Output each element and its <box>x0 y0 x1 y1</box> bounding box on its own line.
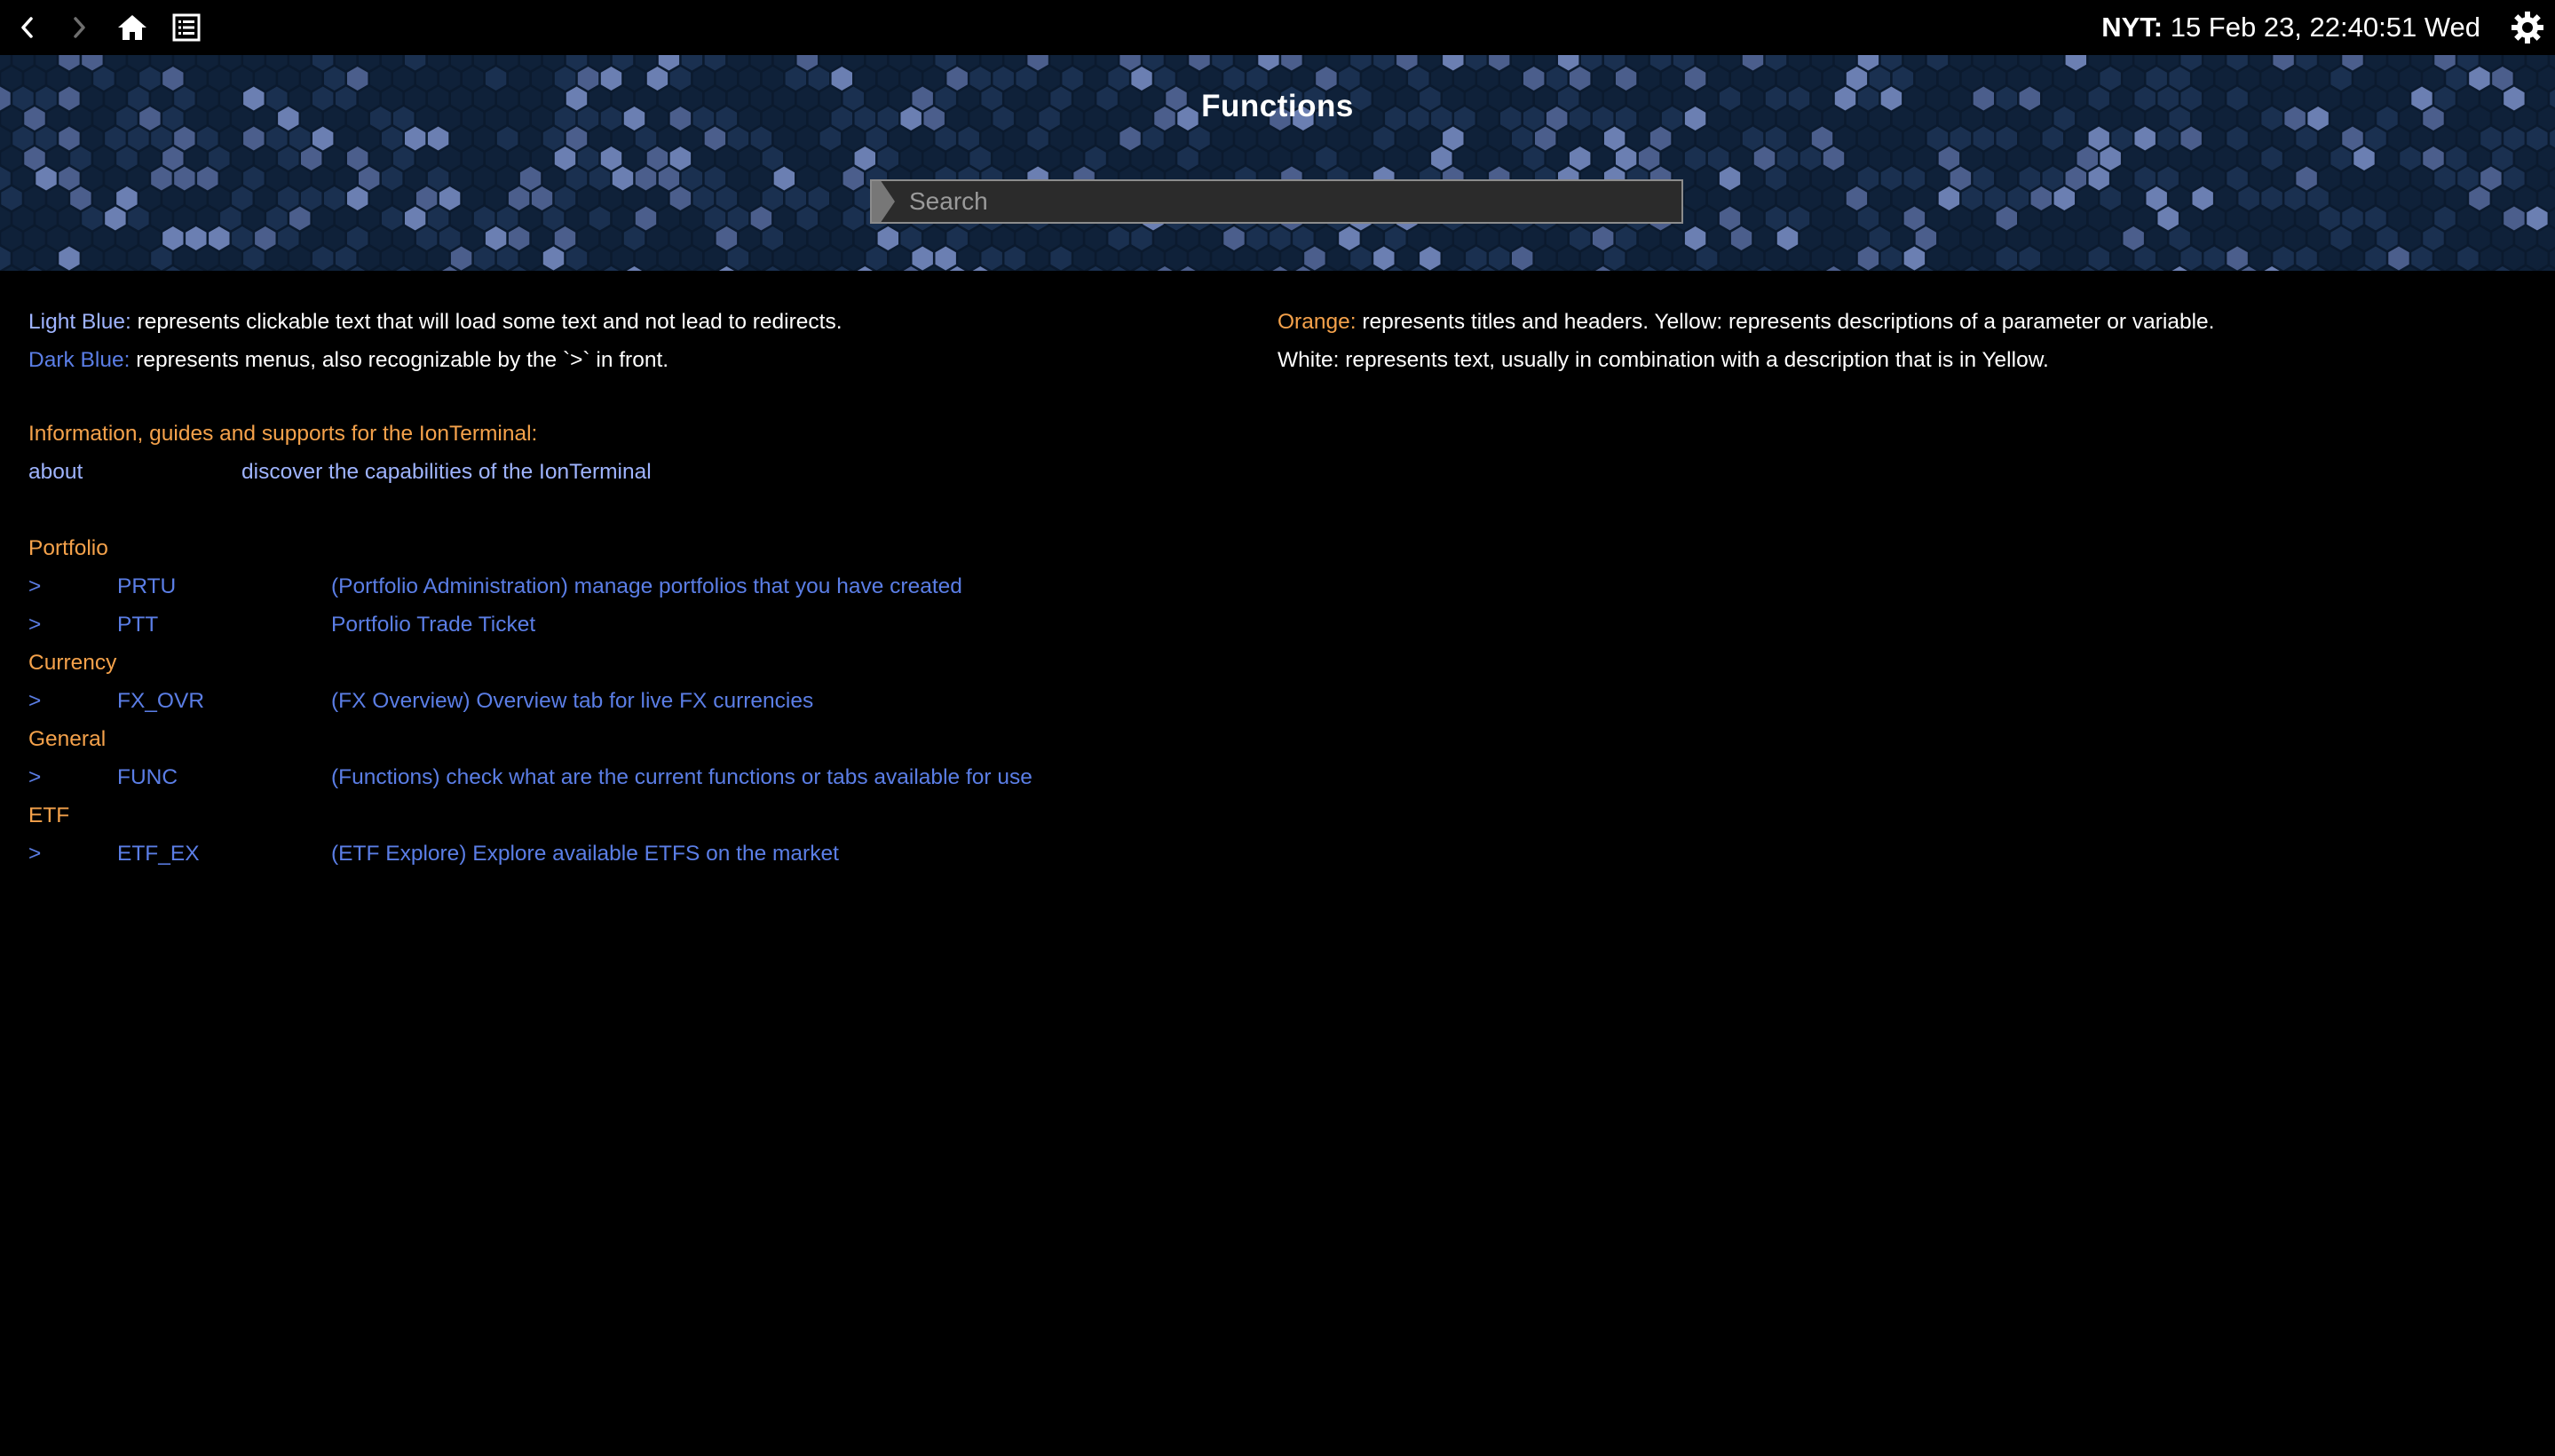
section-title-etf: ETF <box>28 803 70 827</box>
functions-content: Light Blue: represents clickable text th… <box>0 271 2555 1456</box>
menu-item-ptt-description: Portfolio Trade Ticket <box>331 613 536 637</box>
legend-term: Dark Blue: <box>28 348 131 372</box>
legend-text: represents titles and headers. Yellow: r… <box>1362 310 2215 334</box>
home-button[interactable] <box>110 0 154 55</box>
search-caret-icon <box>872 181 895 222</box>
menu-item-etf-ex-description: (ETF Explore) Explore available ETFS on … <box>331 842 839 866</box>
legend-orange: Orange: represents titles and headers. Y… <box>1278 306 2214 338</box>
legend-term: Light Blue: <box>28 310 131 334</box>
clock-value: 15 Feb 23, 22:40:51 Wed <box>2170 12 2480 43</box>
legend-light-blue: Light Blue: represents clickable text th… <box>28 306 842 338</box>
menu-marker: > <box>28 689 42 713</box>
menu-item-prtu[interactable]: PRTU <box>117 571 176 603</box>
list-icon <box>172 13 201 42</box>
top-bar: NYT: 15 Feb 23, 22:40:51 Wed <box>0 0 2555 55</box>
menu-item-fx-ovr-description: (FX Overview) Overview tab for live FX c… <box>331 689 814 713</box>
menu-marker: > <box>28 613 42 637</box>
menu-item-func-description: (Functions) check what are the current f… <box>331 765 1032 789</box>
legend-text: represents menus, also recognizable by t… <box>136 348 669 372</box>
hexagon-pattern-background <box>0 55 2555 271</box>
legend-term: Orange: <box>1278 310 1357 334</box>
settings-button[interactable] <box>2507 7 2548 48</box>
functions-banner: Functions <box>0 55 2555 271</box>
about-link[interactable]: about <box>28 456 83 488</box>
menu-marker: > <box>28 765 42 789</box>
clock: NYT: 15 Feb 23, 22:40:51 Wed <box>2101 0 2480 55</box>
section-title-currency: Currency <box>28 651 117 675</box>
menu-item-prtu-description: (Portfolio Administration) manage portfo… <box>331 574 962 598</box>
chevron-left-icon <box>21 17 33 38</box>
back-button[interactable] <box>5 0 50 55</box>
search-input[interactable] <box>909 181 1673 222</box>
legend-text: represents clickable text that will load… <box>137 310 842 334</box>
menu-item-fx-ovr[interactable]: FX_OVR <box>117 685 204 717</box>
menu-item-etf-ex[interactable]: ETF_EX <box>117 838 200 870</box>
menu-item-func[interactable]: FUNC <box>117 762 178 794</box>
legend-text: White: represents text, usually in combi… <box>1278 348 2049 372</box>
home-icon <box>118 15 146 40</box>
page-title: Functions <box>1201 89 1354 123</box>
legend-white: White: represents text, usually in combi… <box>1278 344 2049 376</box>
list-button[interactable] <box>164 0 209 55</box>
clock-label: NYT: <box>2101 12 2163 43</box>
search-box[interactable] <box>870 179 1683 224</box>
menu-item-ptt[interactable]: PTT <box>117 609 158 641</box>
menu-marker: > <box>28 842 42 866</box>
chevron-right-icon <box>74 17 85 38</box>
legend-dark-blue: Dark Blue: represents menus, also recogn… <box>28 344 668 376</box>
about-description: discover the capabilities of the IonTerm… <box>241 460 652 484</box>
section-title-general: General <box>28 727 107 751</box>
menu-marker: > <box>28 574 42 598</box>
forward-button[interactable] <box>57 0 101 55</box>
section-title-portfolio: Portfolio <box>28 536 108 560</box>
gear-icon <box>2511 12 2543 44</box>
info-heading: Information, guides and supports for the… <box>28 422 538 446</box>
